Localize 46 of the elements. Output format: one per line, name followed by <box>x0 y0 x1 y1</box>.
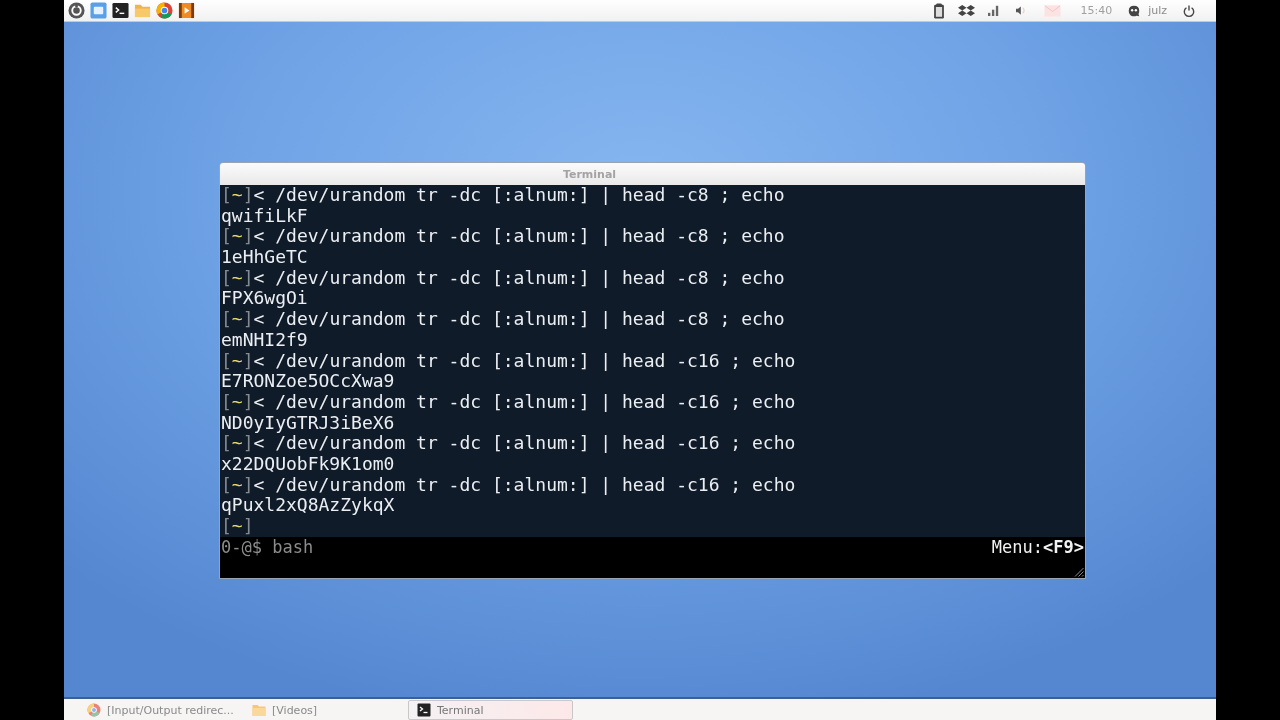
command-text: < /dev/urandom tr -dc [:alnum:] | head -c16 ; echo <box>253 432 796 454</box>
clock-text[interactable]: 15:40 <box>1080 4 1113 17</box>
terminal-icon <box>417 703 431 717</box>
taskbar-item[interactable]: [Input/Output redirec... <box>78 700 243 720</box>
prompt-text: [~] <box>221 308 254 330</box>
command-text: < /dev/urandom tr -dc [:alnum:] | head -c8 ; echo <box>253 266 785 288</box>
output-text: E7RONZoe5OCcXwa9 <box>221 370 395 392</box>
color-wheel-icon[interactable] <box>156 2 173 19</box>
command-text: < /dev/urandom tr -dc [:alnum:] | head -c8 ; echo <box>253 225 785 247</box>
film-play-icon[interactable] <box>178 2 195 19</box>
session-label: 0-@$ bash <box>221 537 314 557</box>
resize-grip-icon[interactable] <box>1074 567 1084 577</box>
prompt-text: [~] <box>221 266 254 288</box>
prompt-text: [~] <box>221 184 254 205</box>
window-title: Terminal <box>562 167 617 181</box>
diamonds-icon[interactable] <box>958 2 976 19</box>
taskbar-item[interactable]: Terminal <box>408 700 573 720</box>
prompt-text: [~] <box>221 432 254 454</box>
prompt-text: [~] <box>221 515 254 536</box>
terminal-icon[interactable] <box>112 2 129 19</box>
command-text: < /dev/urandom tr -dc [:alnum:] | head -c8 ; echo <box>253 184 785 205</box>
signal-bars-icon[interactable] <box>988 5 1000 16</box>
output-text: qPuxl2xQ8AzZykqX <box>221 494 395 516</box>
menu-hint: Menu:<F9> <box>991 537 1084 557</box>
command-text: < /dev/urandom tr -dc [:alnum:] | head -c16 ; echo <box>253 390 796 412</box>
command-text: < /dev/urandom tr -dc [:alnum:] | head -c8 ; echo <box>253 308 785 330</box>
taskbar-item[interactable]: [Videos] <box>243 700 408 720</box>
output-text: emNHI2f9 <box>221 328 308 350</box>
prompt-text: [~] <box>221 473 254 495</box>
circle-logo-icon[interactable] <box>68 2 85 19</box>
output-text: x22DQUobFk9K1om0 <box>221 452 395 474</box>
power-icon[interactable] <box>1183 2 1195 19</box>
user-name[interactable]: julz <box>1148 4 1167 17</box>
speaker-icon[interactable] <box>1016 5 1028 16</box>
output-text: ND0yIyGTRJ3iBeX6 <box>221 411 395 433</box>
output-text: qwifiLkF <box>221 204 308 226</box>
output-text: 1eHhGeTC <box>221 246 308 268</box>
command-text: < /dev/urandom tr -dc [:alnum:] | head -c16 ; echo <box>253 349 796 371</box>
output-text: FPX6wgOi <box>221 287 308 309</box>
folder-icon <box>252 703 266 717</box>
prompt-text: [~] <box>221 390 254 412</box>
clipboard-icon[interactable] <box>933 2 946 19</box>
command-text: < /dev/urandom tr -dc [:alnum:] | head -c16 ; echo <box>253 473 796 495</box>
color-wheel-icon <box>87 703 101 717</box>
prompt-text: [~] <box>221 349 254 371</box>
prompt-text: [~] <box>221 225 254 247</box>
